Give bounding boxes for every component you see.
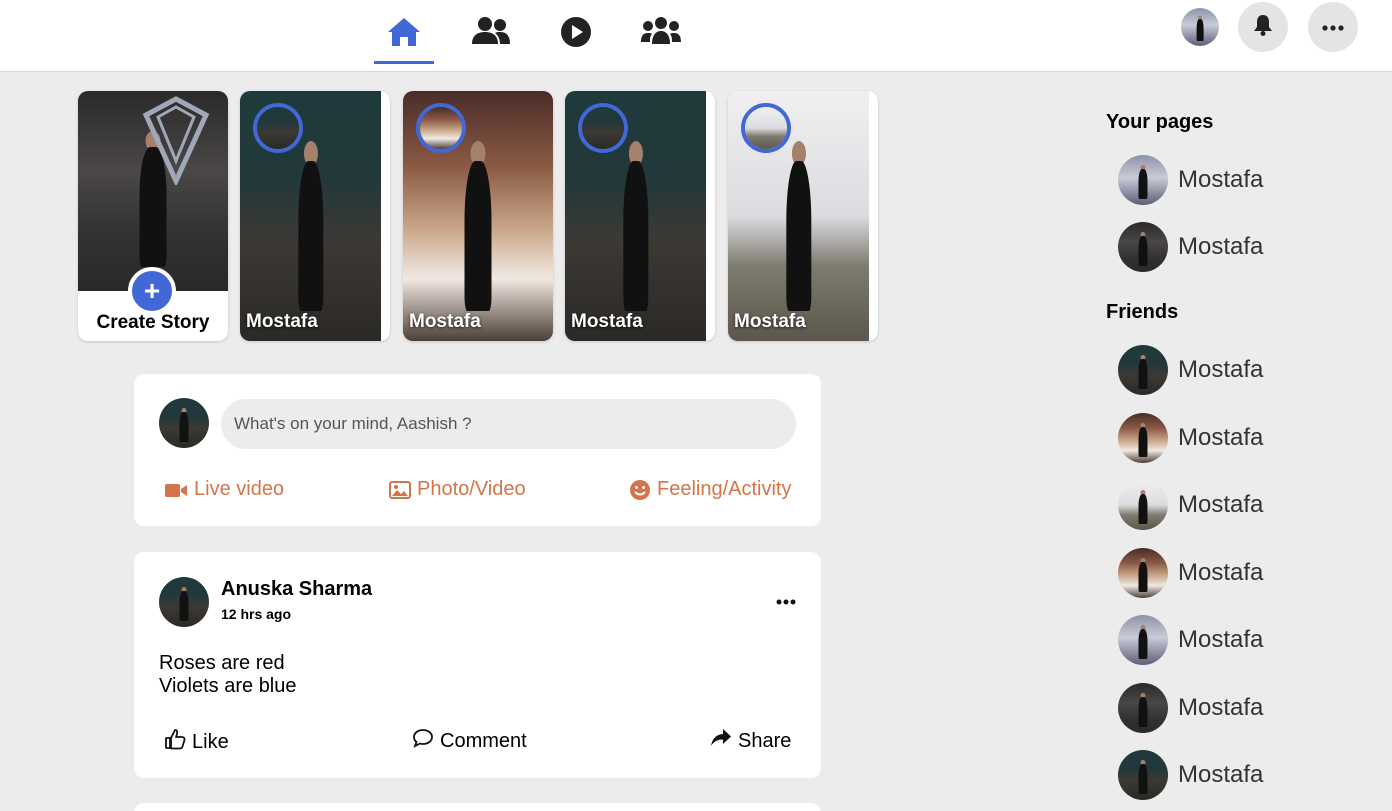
avatar (1118, 683, 1168, 733)
page-item[interactable]: Mostafa (1118, 155, 1338, 205)
more-icon (776, 592, 796, 609)
friend-item[interactable]: Mostafa (1118, 750, 1338, 800)
avatar (1118, 155, 1168, 205)
avatar (1118, 480, 1168, 530)
story-card[interactable]: Mostafa (240, 91, 390, 341)
photo-video-button[interactable]: Photo/Video (389, 478, 526, 501)
friends-icon (471, 16, 511, 46)
notifications-button[interactable] (1238, 2, 1288, 52)
home-icon (386, 16, 422, 48)
share-label: Share (738, 729, 792, 752)
post-body: Roses are red Violets are blue (159, 652, 297, 698)
friends-heading: Friends (1106, 301, 1179, 323)
video-camera-icon (164, 481, 188, 499)
avatar (1118, 413, 1168, 463)
create-story-card[interactable]: + Create Story (78, 91, 228, 341)
friend-name: Mostafa (1178, 424, 1264, 451)
composer-input[interactable]: What's on your mind, Aashish ? (221, 399, 796, 449)
page-name: Mostafa (1178, 233, 1264, 260)
next-post-card (134, 803, 821, 811)
create-story-plus-icon[interactable]: + (128, 267, 176, 315)
page-item[interactable]: Mostafa (1118, 222, 1338, 272)
feeling-activity-button[interactable]: Feeling/Activity (629, 478, 792, 501)
smiley-icon (629, 479, 651, 501)
post-options-button[interactable] (776, 592, 796, 610)
nav-home-tab[interactable] (374, 16, 434, 64)
more-icon (1322, 18, 1344, 36)
create-story-label: Create Story (96, 312, 210, 333)
like-button[interactable]: Like (164, 728, 229, 756)
watch-icon (560, 16, 592, 48)
friend-item[interactable]: Mostafa (1118, 548, 1338, 598)
avatar (1118, 548, 1168, 598)
avatar (1118, 615, 1168, 665)
story-name: Mostafa (409, 311, 481, 332)
like-label: Like (192, 730, 229, 753)
avatar (1118, 750, 1168, 800)
post-text-line: Violets are blue (159, 675, 297, 697)
friend-name: Mostafa (1178, 559, 1264, 586)
friend-name: Mostafa (1178, 761, 1264, 788)
friend-name: Mostafa (1178, 491, 1264, 518)
profile-avatar[interactable] (1181, 8, 1219, 46)
page-name: Mostafa (1178, 166, 1264, 193)
comment-button[interactable]: Comment (412, 728, 527, 754)
thumbs-up-icon (164, 728, 186, 756)
story-avatar (741, 103, 791, 153)
friend-name: Mostafa (1178, 626, 1264, 653)
story-card[interactable]: Mostafa (728, 91, 878, 341)
live-video-label: Live video (194, 478, 285, 500)
avatar (1118, 345, 1168, 395)
story-name: Mostafa (571, 311, 643, 332)
top-navbar (0, 0, 1392, 72)
composer-avatar (159, 398, 209, 448)
post-composer: What's on your mind, Aashish ? Live vide… (134, 374, 821, 526)
post-text-line: Roses are red (159, 652, 285, 674)
story-avatar (253, 103, 303, 153)
nav-watch-tab[interactable] (546, 16, 606, 64)
photo-video-label: Photo/Video (417, 478, 526, 500)
share-button[interactable]: Share (710, 728, 791, 754)
live-video-button[interactable]: Live video (164, 478, 284, 501)
comment-icon (412, 728, 434, 754)
nav-friends-tab[interactable] (461, 16, 521, 64)
post-card: Anuska Sharma 12 hrs ago Roses are red V… (134, 552, 821, 778)
avatar (1118, 222, 1168, 272)
post-timestamp: 12 hrs ago (221, 606, 292, 622)
bell-icon (1253, 14, 1273, 41)
friend-item[interactable]: Mostafa (1118, 480, 1338, 530)
friend-name: Mostafa (1178, 694, 1264, 721)
friend-item[interactable]: Mostafa (1118, 413, 1338, 463)
create-story-photo (78, 91, 228, 291)
story-card[interactable]: Mostafa (565, 91, 715, 341)
story-avatar (416, 103, 466, 153)
post-author-avatar[interactable] (159, 577, 209, 627)
nav-groups-tab[interactable] (631, 16, 691, 64)
friend-item[interactable]: Mostafa (1118, 615, 1338, 665)
story-avatar (578, 103, 628, 153)
menu-button[interactable] (1308, 2, 1358, 52)
post-author-name[interactable]: Anuska Sharma (221, 578, 372, 601)
your-pages-heading: Your pages (1106, 111, 1214, 133)
friend-item[interactable]: Mostafa (1118, 345, 1338, 395)
story-name: Mostafa (734, 311, 806, 332)
groups-icon (640, 16, 682, 46)
comment-label: Comment (440, 729, 527, 752)
feeling-activity-label: Feeling/Activity (657, 478, 792, 500)
friend-name: Mostafa (1178, 356, 1264, 383)
friend-item[interactable]: Mostafa (1118, 683, 1338, 733)
share-icon (710, 728, 732, 754)
story-name: Mostafa (246, 311, 318, 332)
story-card[interactable]: Mostafa (403, 91, 553, 341)
image-icon (389, 480, 411, 499)
